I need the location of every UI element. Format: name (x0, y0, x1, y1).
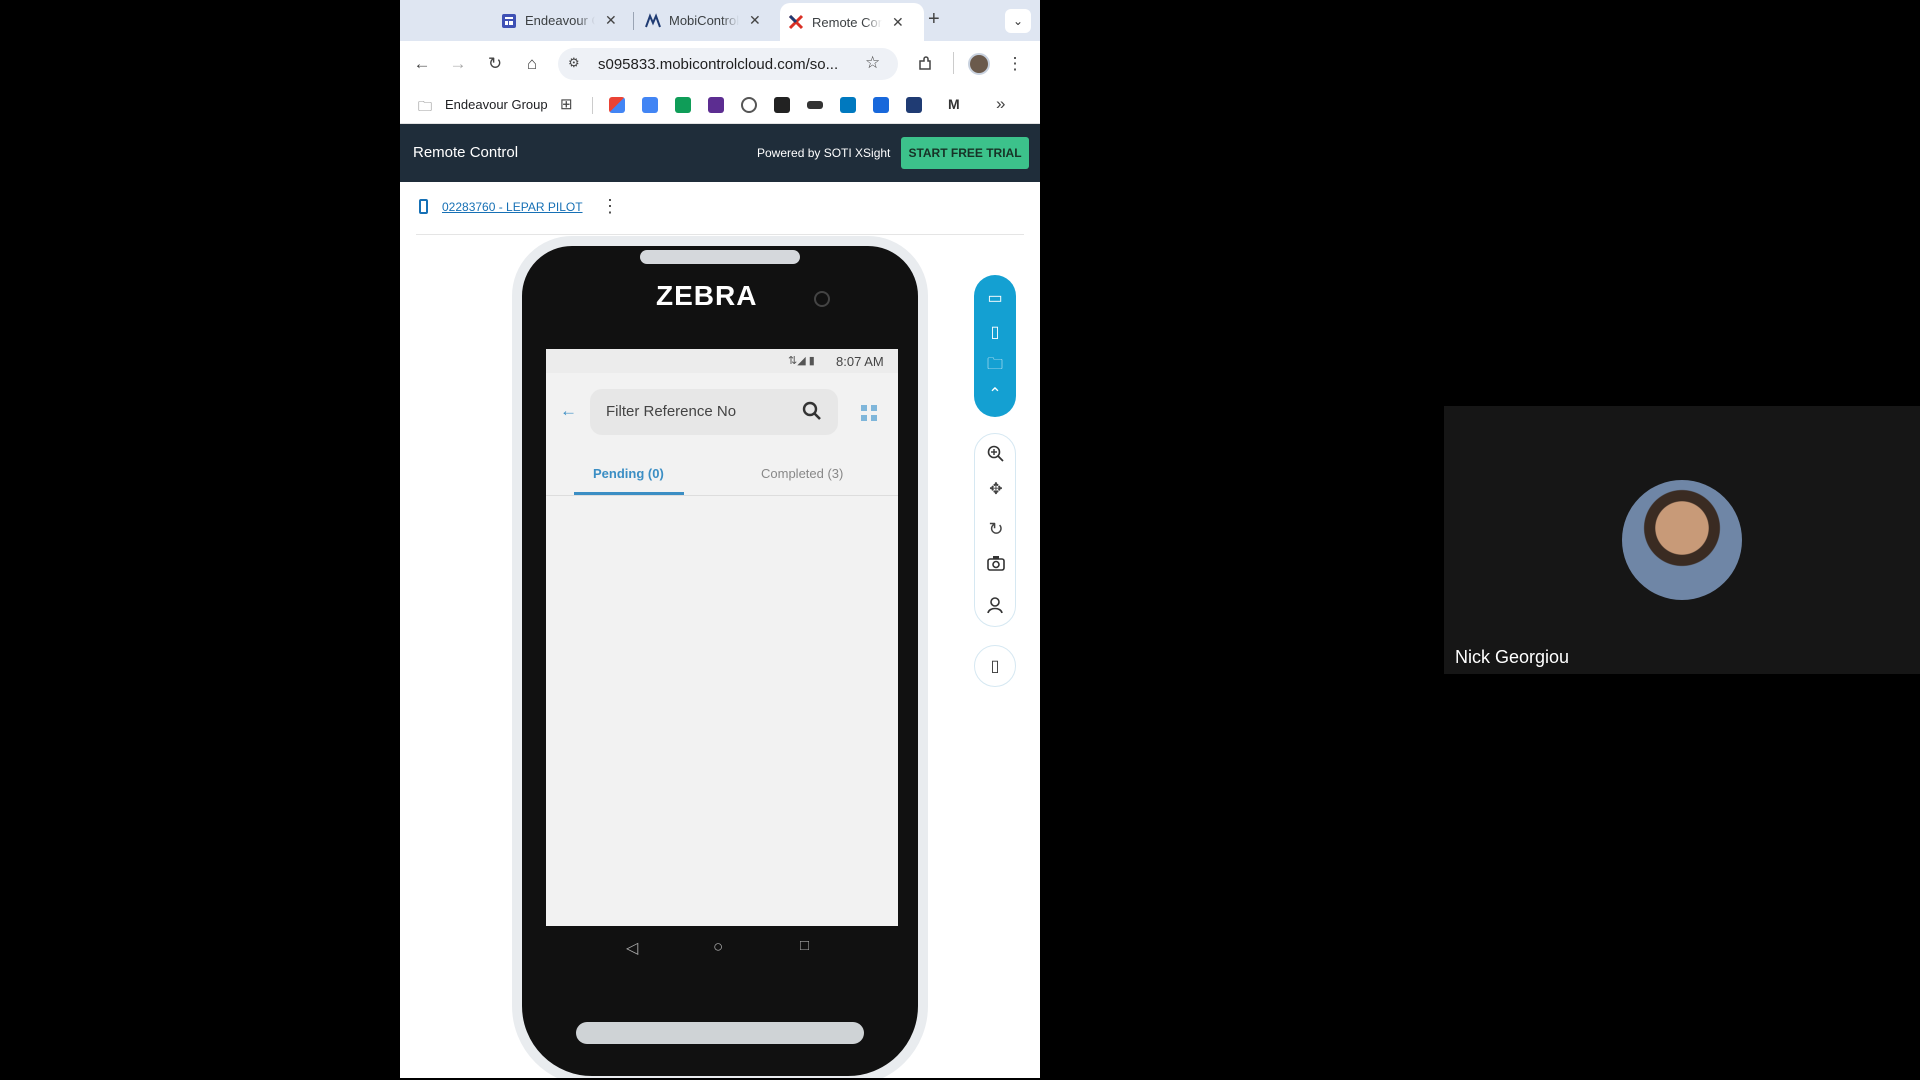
address-bar[interactable]: ⚙ s095833.mobicontrolcloud.com/so... ☆ (558, 48, 898, 80)
tab-title: Endeavour Group (525, 13, 595, 28)
back-arrow-icon[interactable]: ← (560, 401, 577, 421)
tab-completed[interactable]: Completed (3) (761, 466, 843, 481)
tabs-divider (546, 495, 898, 496)
tab-endeavour[interactable]: Endeavour Group ✕ (501, 0, 617, 41)
divider (416, 234, 1024, 235)
user-settings-icon[interactable] (981, 590, 1011, 620)
phone-icon: ▯ (990, 658, 1000, 675)
photo-app-icon[interactable] (774, 97, 790, 113)
start-free-trial-button[interactable]: START FREE TRIAL (901, 137, 1029, 169)
tab-search-button[interactable]: ⌄ (1005, 9, 1031, 33)
forward-icon[interactable]: → (444, 50, 472, 78)
folder-icon[interactable]: 🗀 (980, 351, 1010, 381)
soti-bookmark-icon[interactable] (906, 97, 922, 113)
device-info-icon[interactable]: ▯ (980, 317, 1010, 347)
page-title: Remote Control (413, 144, 519, 161)
camera-icon (814, 291, 830, 307)
status-time: 8:07 AM (836, 354, 884, 369)
globe-icon[interactable] (741, 97, 757, 113)
device-screen[interactable]: ⇅◢ ▮ 8:07 AM ← Filter Reference No Pendi… (546, 349, 898, 926)
google-sheets-icon[interactable] (675, 97, 691, 113)
nav-back-icon[interactable]: ◁ (626, 938, 638, 958)
truck-icon[interactable] (807, 101, 823, 109)
menu-kebab-icon[interactable]: ⋮ (1001, 50, 1029, 78)
device-view-toggle[interactable]: ▯ (974, 645, 1016, 687)
close-icon[interactable]: ✕ (892, 14, 904, 31)
device-icon (419, 199, 428, 214)
new-tab-button[interactable]: + (928, 8, 940, 31)
bottom-speaker (576, 1022, 864, 1044)
zoom-in-icon[interactable] (981, 439, 1011, 469)
participant-tile: Nick Georgiou (1444, 406, 1920, 674)
bookmarks-divider (592, 97, 593, 114)
close-icon[interactable]: ✕ (749, 12, 761, 29)
bookmarks-overflow-button[interactable]: » (996, 94, 1005, 114)
forms-icon (501, 13, 517, 29)
search-icon[interactable] (802, 401, 822, 426)
nav-home-icon[interactable]: ○ (713, 937, 723, 957)
signal-icon: ⇅◢ ▮ (788, 355, 815, 367)
extensions-icon[interactable] (911, 50, 939, 78)
toolbar-divider (953, 52, 954, 74)
android-nav-bar: ◁ ○ □ (546, 926, 898, 974)
back-icon[interactable]: ← (408, 50, 436, 78)
filter-search-field[interactable]: Filter Reference No (590, 389, 838, 435)
tab-strip: Endeavour Group ✕ MobiControl ✕ Remote C… (400, 0, 1040, 41)
qr-scan-icon[interactable] (860, 404, 878, 427)
move-icon[interactable]: ✥ (981, 474, 1011, 504)
powered-by-text: Powered by SOTI XSight (757, 146, 891, 160)
tab-mobicontrol[interactable]: MobiControl ✕ (645, 0, 761, 41)
remote-toolbar-primary: ▭ ▯ 🗀 ⌃ (974, 275, 1016, 417)
profile-avatar[interactable] (968, 53, 990, 75)
tab-title: Remote Control (812, 14, 882, 30)
brand-logo: ZEBRA (656, 280, 758, 311)
bookmark-star-icon[interactable]: ☆ (865, 53, 880, 73)
bookmarks-bar: 🗀 Endeavour Group ⊞ M » (400, 87, 1040, 124)
nav-recents-icon[interactable]: □ (800, 937, 809, 954)
browser-toolbar: ← → ↻ ⌂ ⚙ s095833.mobicontrolcloud.com/s… (400, 41, 1040, 87)
tab-pending[interactable]: Pending (0) (593, 466, 664, 481)
browser-window: Endeavour Group ✕ MobiControl ✕ Remote C… (400, 0, 1040, 1078)
chevron-down-icon: ⌄ (1012, 14, 1024, 28)
site-settings-icon[interactable]: ⚙ (568, 55, 580, 71)
status-bar: ⇅◢ ▮ 8:07 AM (546, 349, 898, 373)
device-frame: ZEBRA ⇅◢ ▮ 8:07 AM ← Filter Reference No… (512, 236, 928, 1078)
google-docs-icon[interactable] (642, 97, 658, 113)
screen-cast-icon[interactable]: ▭ (980, 283, 1010, 313)
soti-icon (788, 14, 804, 30)
screenshot-camera-icon[interactable] (981, 548, 1011, 578)
jira-icon[interactable] (873, 97, 889, 113)
chevron-up-icon[interactable]: ⌃ (980, 379, 1010, 409)
mobicontrol-bookmark-icon[interactable]: M (948, 96, 960, 112)
folder-icon: 🗀 (418, 98, 432, 114)
home-icon[interactable]: ⌂ (518, 50, 546, 78)
search-placeholder: Filter Reference No (606, 403, 737, 420)
tab-divider (633, 12, 634, 30)
bookmark-folder-endeavour[interactable]: Endeavour Group (445, 97, 548, 112)
reload-icon[interactable]: ↻ (481, 50, 509, 78)
close-icon[interactable]: ✕ (605, 12, 617, 29)
refresh-icon[interactable]: ↻ (981, 514, 1011, 544)
forms-bookmark-icon[interactable] (708, 97, 724, 113)
remote-toolbar-tools: ✥ ↻ (974, 433, 1016, 627)
trello-icon[interactable] (840, 97, 856, 113)
mobicontrol-icon (645, 12, 661, 29)
tab-title: MobiControl (669, 13, 739, 28)
participant-name: Nick Georgiou (1455, 647, 1570, 667)
url-text: s095833.mobicontrolcloud.com/so... (598, 56, 839, 73)
device-name-link[interactable]: 02283760 - LEPAR PILOT (442, 200, 583, 214)
tab-remote-control[interactable]: Remote Control ✕ (780, 3, 924, 41)
participant-avatar (1622, 480, 1742, 600)
device-menu-icon[interactable]: ⋮ (601, 196, 619, 217)
gmail-icon[interactable] (609, 97, 625, 113)
apps-grid-icon[interactable]: ⊞ (560, 95, 573, 113)
speaker-grille (640, 250, 800, 264)
remote-control-header: Remote Control Powered by SOTI XSight ST… (400, 124, 1040, 182)
